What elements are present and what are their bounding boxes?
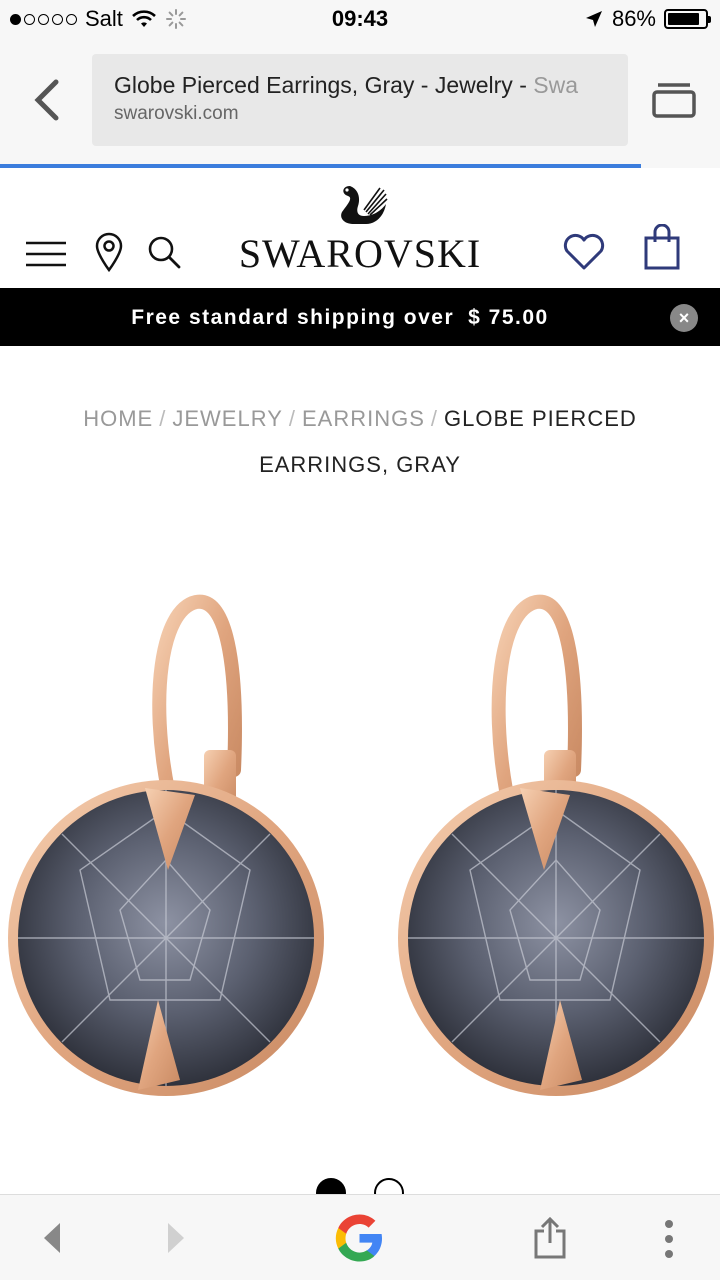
share-icon[interactable] [532, 1215, 568, 1259]
product-image[interactable] [0, 580, 720, 1120]
breadcrumb-jewelry[interactable]: JEWELRY [172, 406, 283, 431]
google-icon[interactable] [330, 1209, 388, 1267]
banner-amount: $ 75.00 [468, 306, 549, 329]
site-header: SWAROVSKI [0, 168, 720, 288]
breadcrumb-separator: / [430, 406, 439, 431]
location-arrow-icon [585, 11, 602, 27]
store-locator-icon[interactable] [94, 232, 124, 272]
status-bar: Salt 09:43 86% [0, 0, 720, 40]
wishlist-heart-icon[interactable] [562, 232, 606, 272]
battery-level [668, 13, 699, 25]
banner-message: Free standard shipping over $ 75.00 [0, 306, 680, 330]
banner-text: Free standard shipping over [131, 306, 455, 329]
breadcrumb-separator: / [159, 406, 167, 431]
breadcrumb-separator: / [288, 406, 296, 431]
more-options-icon[interactable] [662, 1219, 676, 1259]
browser-bar: Globe Pierced Earrings, Gray - Jewelry -… [0, 40, 720, 168]
address-bar[interactable]: Globe Pierced Earrings, Gray - Jewelry -… [92, 54, 628, 146]
breadcrumb-home[interactable]: HOME [83, 406, 153, 431]
tabs-icon[interactable] [652, 80, 696, 120]
url-domain: swarovski.com [114, 103, 239, 124]
breadcrumb-earrings[interactable]: EARRINGS [302, 406, 425, 431]
browser-toolbar [0, 1194, 720, 1280]
status-right: 86% [584, 6, 711, 32]
battery-percent: 86% [611, 6, 656, 31]
swan-logo-icon[interactable] [336, 182, 388, 228]
search-icon[interactable] [146, 234, 182, 270]
toolbar-forward-icon[interactable] [164, 1221, 188, 1255]
right-earring [398, 594, 714, 1096]
page-title: Globe Pierced Earrings, Gray - Jewelry -… [114, 72, 578, 98]
battery-icon [664, 9, 711, 29]
breadcrumb: HOME / JEWELRY / EARRINGS / GLOBE PIERCED EARR… [70, 396, 650, 488]
left-earring [8, 594, 324, 1096]
banner-close-button[interactable]: × [670, 304, 698, 332]
menu-icon[interactable] [26, 240, 66, 268]
browser-back-icon[interactable] [28, 78, 68, 122]
toolbar-back-icon[interactable] [40, 1221, 64, 1255]
shopping-bag-icon[interactable] [644, 224, 680, 270]
shipping-banner: Free standard shipping over $ 75.00 × [0, 288, 720, 346]
